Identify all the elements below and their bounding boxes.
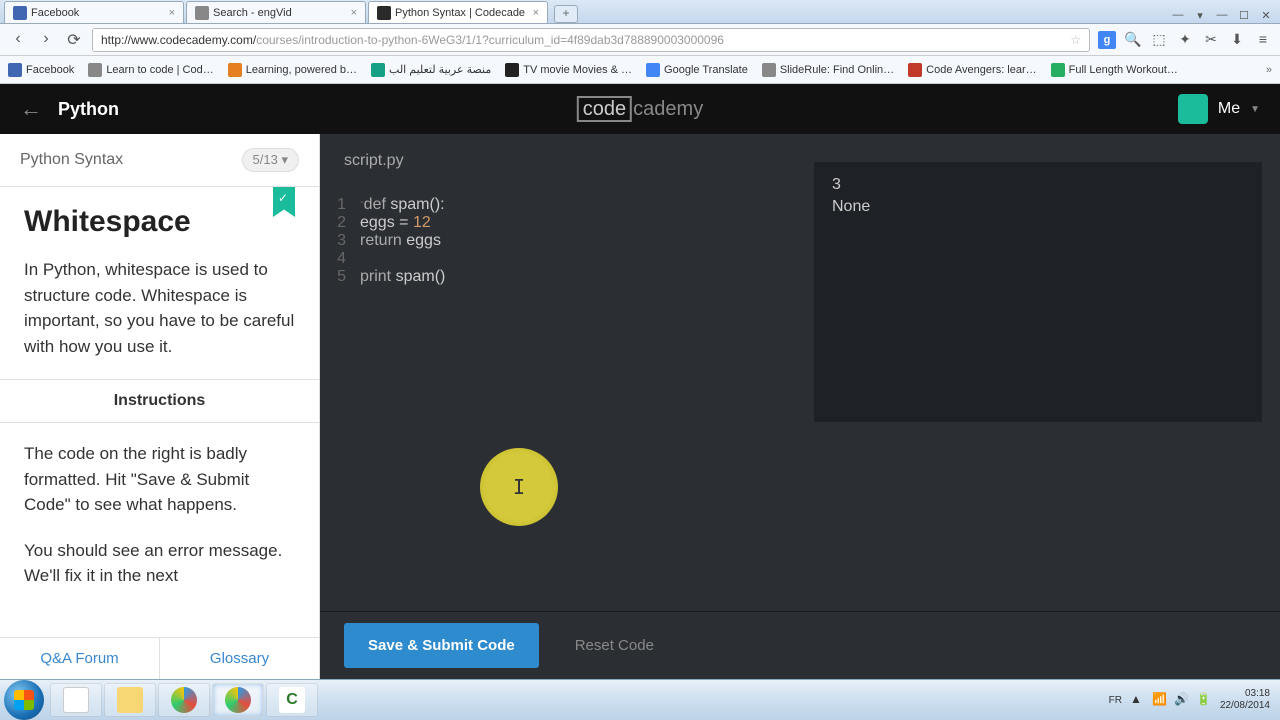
console-line: None [832, 198, 1244, 216]
file-tab[interactable]: script.py [320, 142, 428, 182]
bookmark-item[interactable]: TV movie Movies & … [505, 63, 632, 77]
bookmark-item[interactable]: SlideRule: Find Onlin… [762, 63, 894, 77]
address-bar: ‹ › ⟳ http://www.codecademy.com/courses/… [0, 24, 1280, 56]
code-line[interactable]: 2eggs = 12 [334, 214, 788, 232]
system-clock[interactable]: 03:18 22/08/2014 [1220, 688, 1270, 712]
console-line: 3 [832, 176, 1244, 194]
bookmark-item[interactable]: Learn to code | Cod… [88, 63, 213, 77]
minimize-icon[interactable]: ― [1170, 9, 1186, 23]
bookmarks-bar: Facebook Learn to code | Cod… Learning, … [0, 56, 1280, 84]
tab-codecademy[interactable]: Python Syntax | Codecade× [368, 1, 548, 23]
star-icon[interactable]: ☆ [1070, 33, 1081, 47]
lesson-sidebar: Python Syntax 5/13 ▾ Whitespace In Pytho… [0, 134, 320, 679]
tab-facebook[interactable]: Facebook× [4, 1, 184, 23]
settings-dots-icon[interactable]: ▾ [1192, 9, 1208, 23]
task-item[interactable] [158, 683, 210, 717]
qa-forum-link[interactable]: Q&A Forum [0, 638, 160, 679]
tray-network-icon[interactable]: 📶 [1152, 692, 1168, 708]
back-icon[interactable]: ‹ [8, 30, 28, 50]
start-button[interactable] [4, 680, 44, 720]
bookmark-item[interactable]: Facebook [8, 63, 74, 77]
close-icon[interactable]: × [351, 7, 357, 19]
reload-icon[interactable]: ⟳ [64, 30, 84, 50]
code-line[interactable]: 3return eggs [334, 232, 788, 250]
code-line[interactable]: 4 [334, 250, 788, 268]
task-item[interactable] [50, 683, 102, 717]
progress-dropdown[interactable]: 5/13 ▾ [242, 148, 299, 172]
bookmark-item[interactable]: Google Translate [646, 63, 748, 77]
lang-indicator[interactable]: FR [1109, 695, 1122, 706]
new-tab-button[interactable]: + [554, 5, 578, 23]
ext2-icon[interactable]: ✦ [1176, 31, 1194, 49]
avatar [1178, 94, 1208, 124]
menu-icon[interactable]: ≡ [1254, 31, 1272, 49]
google-search-icon[interactable]: g [1098, 31, 1116, 49]
maximize-icon[interactable]: ☐ [1236, 9, 1252, 23]
bookmark-item[interactable]: Full Length Workout… [1051, 63, 1178, 77]
bookmark-item[interactable]: Code Avengers: lear… [908, 63, 1036, 77]
task-item[interactable] [104, 683, 156, 717]
task-item[interactable]: C [266, 683, 318, 717]
forward-icon[interactable]: › [36, 30, 56, 50]
editor-area: script.py 1-def spam():2eggs = 123return… [320, 134, 1280, 679]
tab-engvid[interactable]: Search - engVid× [186, 1, 366, 23]
browser-tab-strip: Facebook× Search - engVid× Python Syntax… [0, 0, 1280, 24]
tray-battery-icon[interactable]: 🔋 [1196, 692, 1212, 708]
close-icon[interactable]: × [533, 7, 539, 19]
search-icon[interactable]: 🔍 [1124, 31, 1142, 49]
code-editor[interactable]: script.py 1-def spam():2eggs = 123return… [320, 134, 802, 611]
window-close-icon[interactable]: ✕ [1258, 9, 1274, 23]
instructions-text: The code on the right is badly formatted… [24, 441, 295, 518]
minimize2-icon[interactable]: — [1214, 9, 1230, 23]
url-input[interactable]: http://www.codecademy.com/courses/introd… [92, 28, 1090, 52]
bookmark-item[interactable]: منصة عربية لتعليم الب [371, 63, 491, 77]
course-title: Python [58, 99, 119, 120]
reset-code-button[interactable]: Reset Code [557, 623, 672, 668]
chevron-down-icon: ▼ [1250, 104, 1260, 115]
instructions-heading: Instructions [0, 379, 319, 423]
lesson-title: Whitespace [24, 205, 295, 239]
code-line[interactable]: 1-def spam(): [334, 196, 788, 214]
tray-icon[interactable]: ▲ [1130, 692, 1146, 708]
download-icon[interactable]: ⬇ [1228, 31, 1246, 49]
app-header: ← Python codecademy Me ▼ [0, 84, 1280, 134]
main-area: Python Syntax 5/13 ▾ Whitespace In Pytho… [0, 134, 1280, 679]
windows-taskbar: C FR ▲ 📶 🔊 🔋 03:18 22/08/2014 [0, 679, 1280, 720]
codecademy-logo[interactable]: codecademy [577, 98, 703, 121]
section-name: Python Syntax [20, 151, 123, 169]
save-submit-button[interactable]: Save & Submit Code [344, 623, 539, 668]
instructions-text-2: You should see an error message. We'll f… [24, 538, 295, 589]
ext1-icon[interactable]: ⬚ [1150, 31, 1168, 49]
close-icon[interactable]: × [169, 7, 175, 19]
user-menu[interactable]: Me ▼ [1178, 94, 1260, 124]
ext3-icon[interactable]: ✂ [1202, 31, 1220, 49]
tray-volume-icon[interactable]: 🔊 [1174, 692, 1190, 708]
code-line[interactable]: 5print spam() [334, 268, 788, 286]
glossary-link[interactable]: Glossary [160, 638, 319, 679]
back-arrow-icon[interactable]: ← [20, 96, 42, 122]
lesson-intro: In Python, whitespace is used to structu… [24, 257, 295, 359]
bookmark-item[interactable]: Learning, powered b… [228, 63, 357, 77]
bookmarks-overflow-icon[interactable]: » [1266, 64, 1272, 76]
task-item[interactable] [212, 683, 264, 717]
console-output: 3 None [814, 162, 1262, 422]
